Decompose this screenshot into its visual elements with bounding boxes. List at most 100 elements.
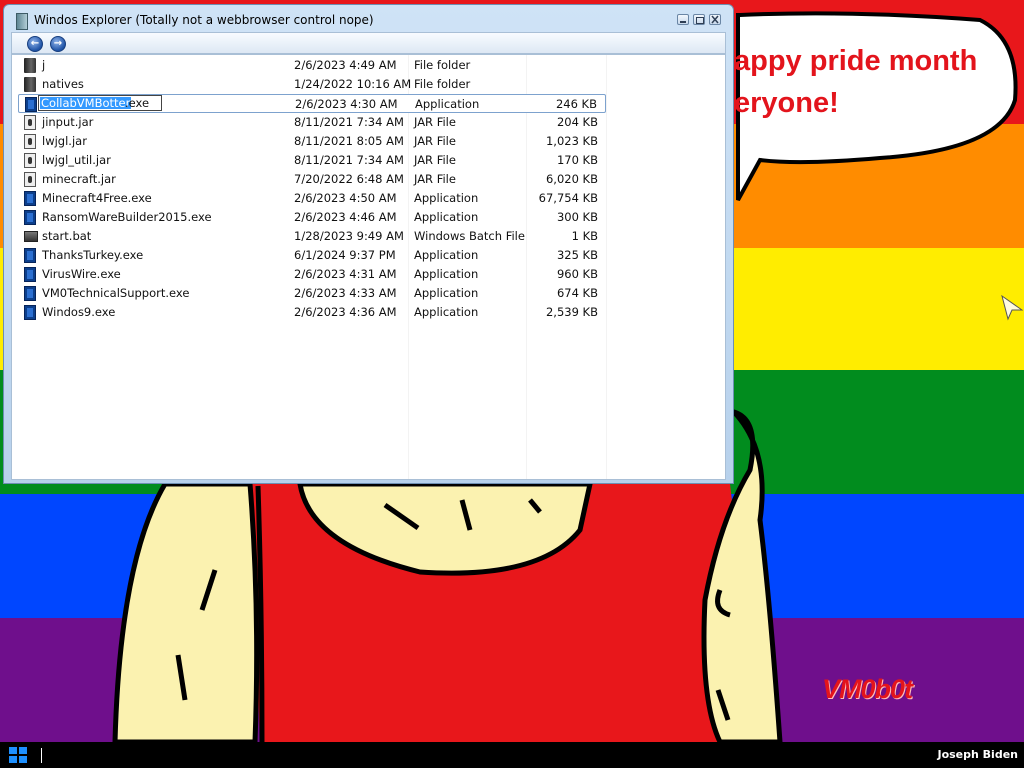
file-name: RansomWareBuilder2015.exe [42, 210, 212, 224]
file-size: 67,754 KB [538, 191, 598, 205]
artist-signature: VM0b0t [822, 674, 913, 704]
file-row[interactable]: CollabVMBotter .exe 2/6/2023 4:30 AM Applic… [18, 94, 606, 113]
file-row[interactable]: lwjgl_util.jar 8/11/2021 7:34 AM JAR File 1… [18, 151, 606, 170]
file-date: 2/6/2023 4:30 AM [295, 97, 398, 111]
file-size: 1 KB [571, 229, 598, 243]
file-date: 8/11/2021 7:34 AM [294, 153, 404, 167]
rename-selected-text: CollabVMBotter [40, 96, 132, 110]
file-name: jinput.jar [42, 115, 94, 129]
file-row[interactable]: ThanksTurkey.exe 6/1/2024 9:37 PM Applicat… [18, 246, 606, 265]
file-row[interactable]: jinput.jar 8/11/2021 7:34 AM JAR File 204 K… [18, 113, 606, 132]
file-row[interactable]: start.bat 1/28/2023 9:49 AM Windows Batch … [18, 227, 606, 246]
application-icon [24, 286, 36, 301]
taskbar: Joseph Biden [0, 742, 1024, 768]
file-date: 2/6/2023 4:49 AM [294, 58, 397, 72]
file-date: 8/11/2021 8:05 AM [294, 134, 404, 148]
file-name: minecraft.jar [42, 172, 116, 186]
file-type: JAR File [414, 172, 456, 186]
file-row[interactable]: VM0TechnicalSupport.exe 2/6/2023 4:33 AM A… [18, 284, 606, 303]
file-row[interactable]: lwjgl.jar 8/11/2021 8:05 AM JAR File 1,023 … [18, 132, 606, 151]
file-row[interactable]: minecraft.jar 7/20/2022 6:48 AM JAR File 6,… [18, 170, 606, 189]
file-size: 204 KB [556, 115, 598, 129]
file-type: Application [414, 191, 479, 205]
file-row[interactable]: Minecraft4Free.exe 2/6/2023 4:50 AM Applic… [18, 189, 606, 208]
file-size: 960 KB [556, 267, 598, 281]
navigation-bar: ← → [11, 32, 726, 54]
file-date: 2/6/2023 4:36 AM [294, 305, 397, 319]
forward-arrow-icon[interactable]: → [50, 36, 66, 52]
application-icon [25, 97, 37, 112]
file-date: 2/6/2023 4:33 AM [294, 286, 397, 300]
file-size: 300 KB [556, 210, 598, 224]
file-date: 8/11/2021 7:34 AM [294, 115, 404, 129]
file-name: j [42, 58, 46, 72]
folder-icon [24, 77, 36, 92]
explorer-app-icon [16, 13, 28, 30]
file-size: 246 KB [555, 97, 597, 111]
file-type: File folder [414, 58, 471, 72]
file-type: JAR File [414, 134, 456, 148]
file-size: 674 KB [556, 286, 598, 300]
file-date: 2/6/2023 4:31 AM [294, 267, 397, 281]
file-size: 2,539 KB [545, 305, 598, 319]
file-row[interactable]: j 2/6/2023 4:49 AM File folder [18, 56, 606, 75]
file-type: Application [414, 210, 479, 224]
file-type: Application [414, 286, 479, 300]
rename-extension-text: .exe [125, 96, 150, 110]
file-type: Application [414, 248, 479, 262]
minimize-icon[interactable] [677, 14, 689, 25]
file-date: 7/20/2022 6:48 AM [294, 172, 404, 186]
file-name: Windos9.exe [42, 305, 116, 319]
file-row[interactable]: Windos9.exe 2/6/2023 4:36 AM Application 2,… [18, 303, 606, 322]
application-icon [24, 248, 36, 263]
mouse-cursor-icon [1001, 295, 1023, 321]
file-size: 325 KB [556, 248, 598, 262]
user-name[interactable]: Joseph Biden [937, 748, 1018, 761]
file-size: 6,020 KB [545, 172, 598, 186]
application-icon [24, 210, 36, 225]
file-type: Windows Batch File [414, 229, 525, 243]
file-name: lwjgl_util.jar [42, 153, 111, 167]
application-icon [24, 191, 36, 206]
file-row[interactable]: natives 1/24/2022 10:16 AM File folder [18, 75, 606, 94]
column-divider [606, 55, 607, 479]
file-date: 1/28/2023 9:49 AM [294, 229, 404, 243]
jar-file-icon [24, 134, 36, 149]
file-type: JAR File [414, 153, 456, 167]
back-arrow-icon[interactable]: ← [27, 36, 43, 52]
file-name: Minecraft4Free.exe [42, 191, 152, 205]
file-name: ThanksTurkey.exe [42, 248, 144, 262]
close-icon[interactable] [709, 14, 721, 25]
maximize-icon[interactable] [693, 14, 705, 25]
text-caret [41, 748, 42, 763]
file-type: Application [415, 97, 480, 111]
application-icon [24, 267, 36, 282]
batch-file-icon [24, 231, 38, 242]
window-title-bar[interactable]: Windos Explorer (Totally not a webbrowse… [4, 5, 733, 35]
folder-icon [24, 58, 36, 73]
file-name: lwjgl.jar [42, 134, 87, 148]
windows-logo-icon[interactable] [8, 746, 28, 764]
file-type: JAR File [414, 115, 456, 129]
file-name: VM0TechnicalSupport.exe [42, 286, 190, 300]
file-date: 1/24/2022 10:16 AM [294, 77, 412, 91]
file-size: 170 KB [556, 153, 598, 167]
application-icon [24, 305, 36, 320]
file-size: 1,023 KB [545, 134, 598, 148]
jar-file-icon [24, 115, 36, 130]
explorer-window[interactable]: Windos Explorer (Totally not a webbrowse… [3, 4, 734, 484]
file-row[interactable]: VirusWire.exe 2/6/2023 4:31 AM Application… [18, 265, 606, 284]
file-row[interactable]: RansomWareBuilder2015.exe 2/6/2023 4:46 A… [18, 208, 606, 227]
file-type: Application [414, 305, 479, 319]
rename-input[interactable]: CollabVMBotter .exe [38, 95, 162, 111]
file-name: start.bat [42, 229, 92, 243]
file-name: natives [42, 77, 84, 91]
speech-bubble-text: appy pride month eryone! [734, 45, 978, 119]
file-date: 2/6/2023 4:46 AM [294, 210, 397, 224]
window-title: Windos Explorer (Totally not a webbrowse… [34, 13, 374, 27]
jar-file-icon [24, 172, 36, 187]
file-list[interactable]: j 2/6/2023 4:49 AM File folder natives 1/24/… [11, 54, 726, 480]
file-type: File folder [414, 77, 471, 91]
file-date: 6/1/2024 9:37 PM [294, 248, 396, 262]
file-name: VirusWire.exe [42, 267, 121, 281]
